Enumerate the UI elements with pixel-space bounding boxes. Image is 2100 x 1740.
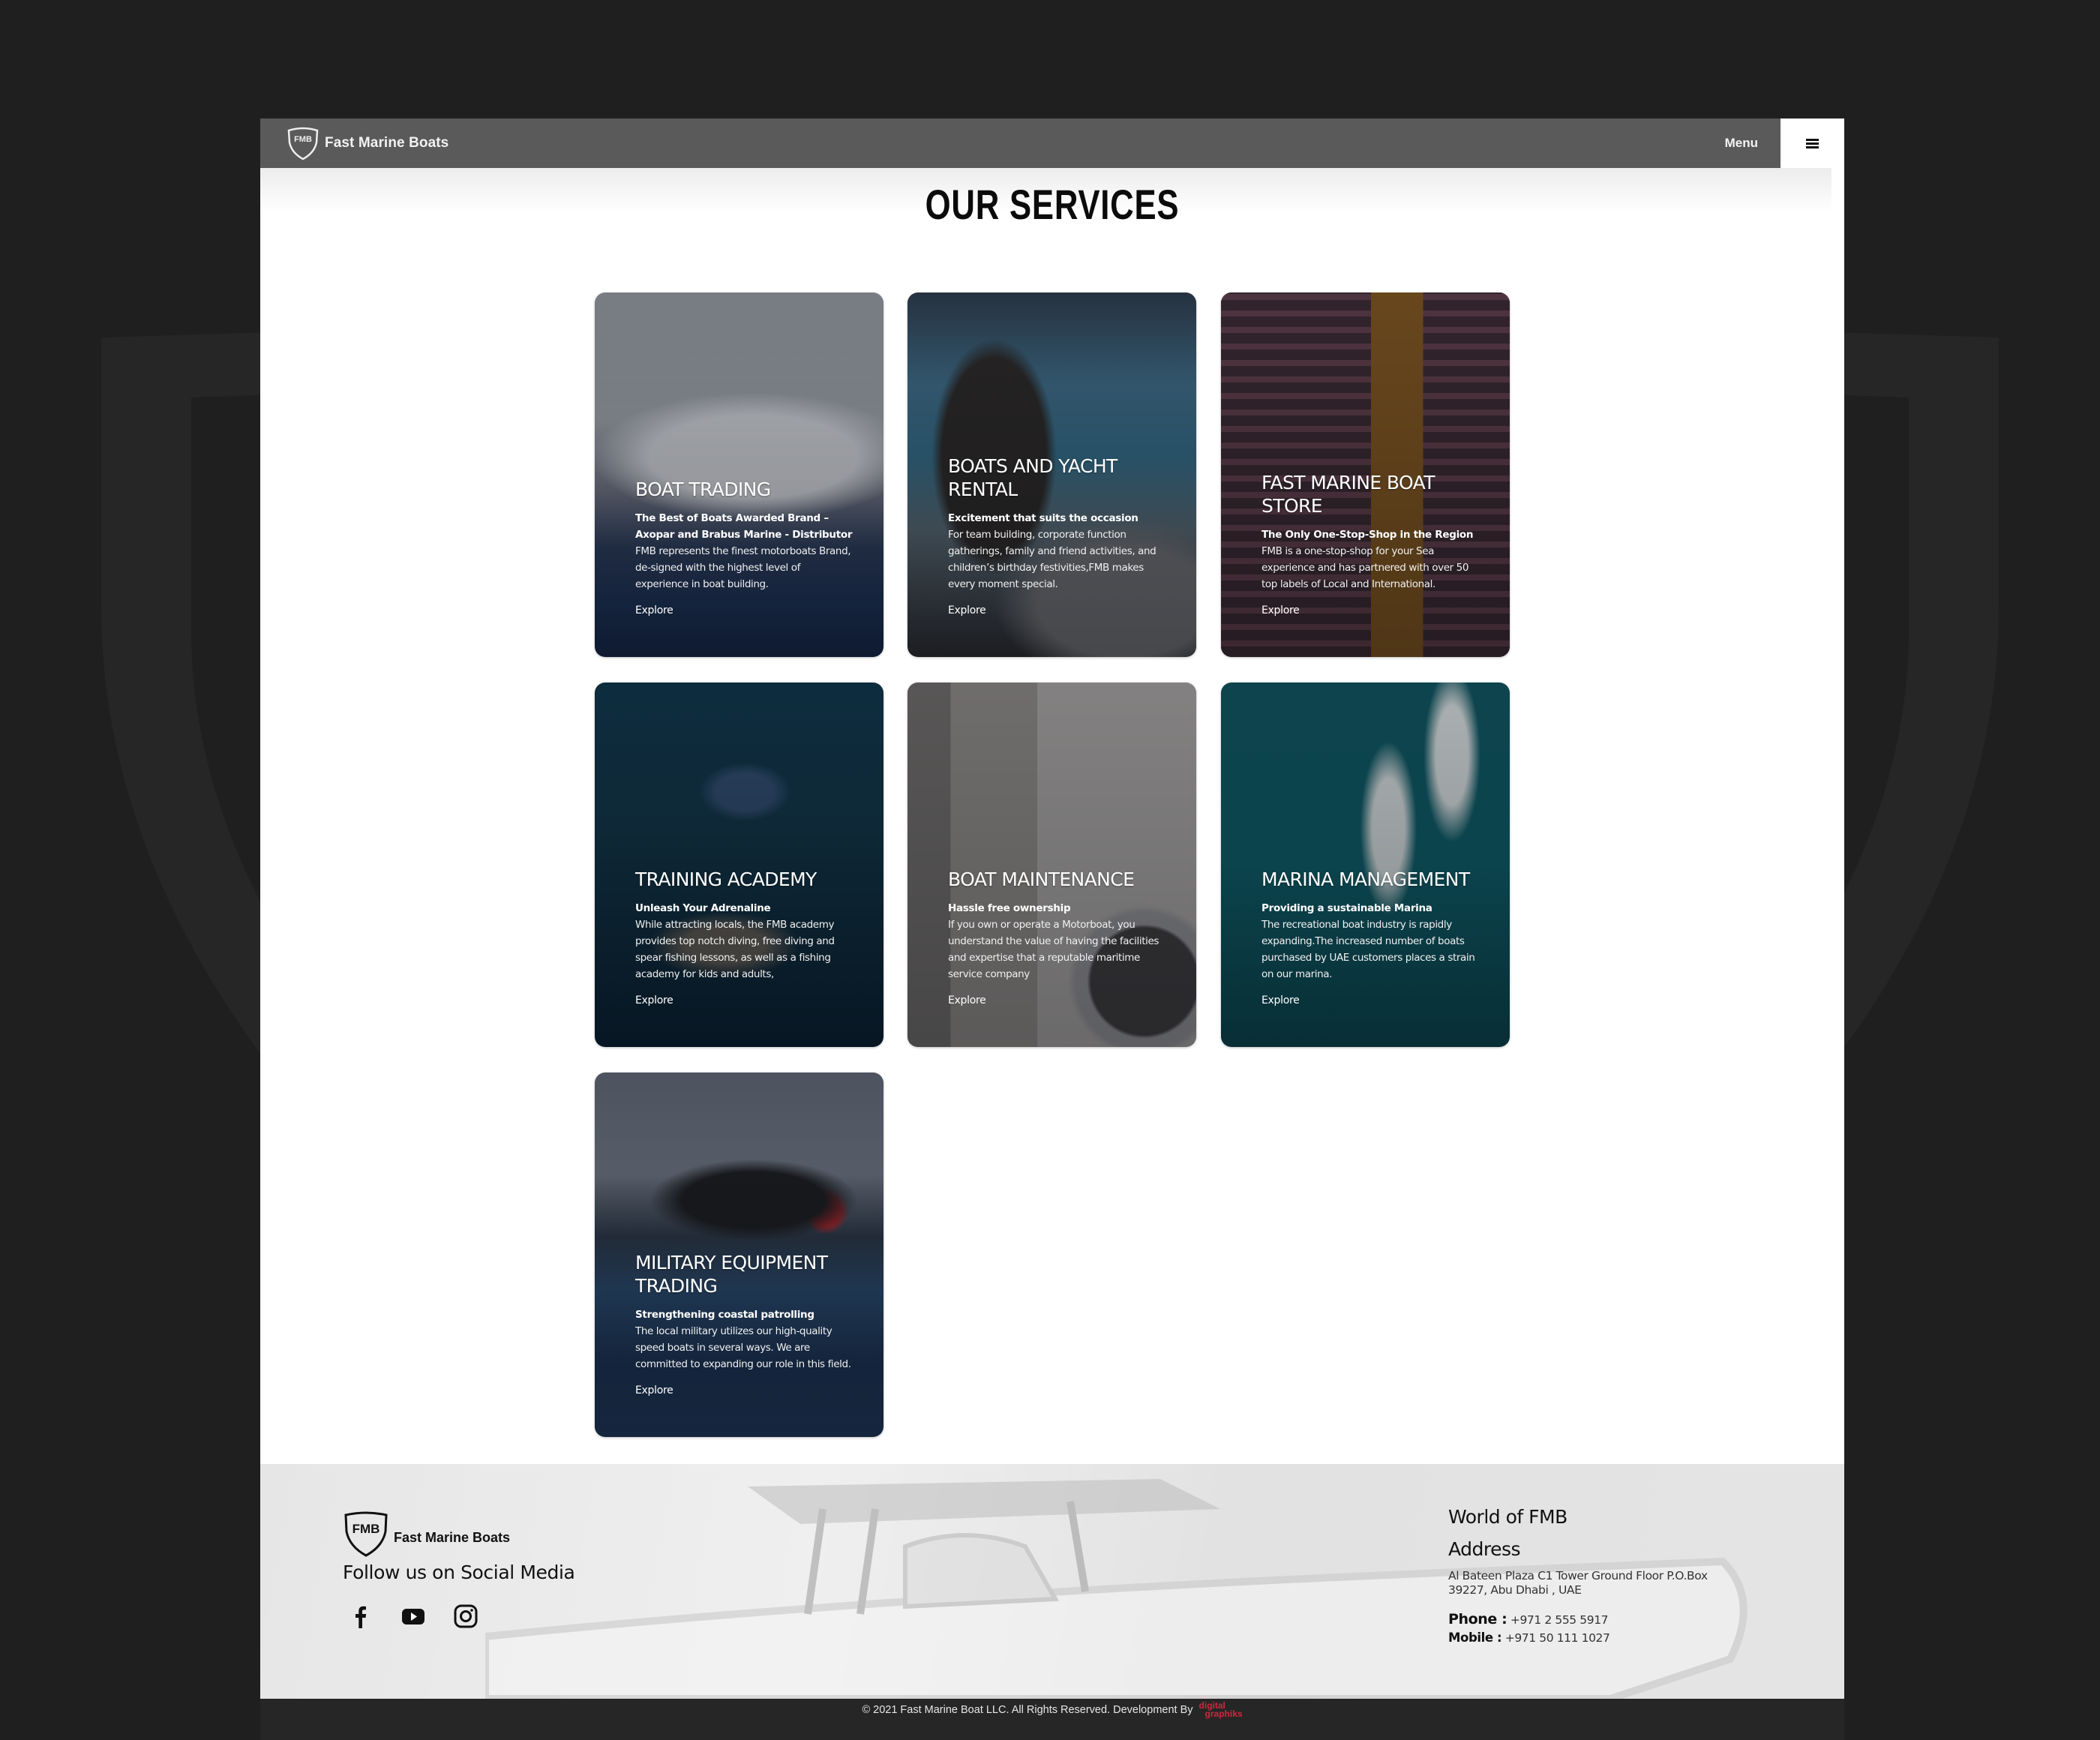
developer-name-line2: graphiks [1204,1708,1243,1720]
footer-brand-name: Fast Marine Boats [394,1529,511,1545]
site-footer: FMB Fast Marine Boats Follow us on Socia… [260,1464,1844,1699]
explore-link[interactable]: Explore [948,604,986,616]
service-card-military[interactable]: MILITARY EQUIPMENT TRADING Strengthening… [595,1072,884,1437]
instagram-icon[interactable] [454,1604,478,1628]
phone-number[interactable]: +971 2 555 5917 [1510,1613,1609,1627]
explore-link[interactable]: Explore [1262,604,1300,616]
service-title: TRAINING ACADEMY [635,868,817,890]
page-container: FMB Fast Marine Boats Menu OUR SERVICES … [260,118,1844,1740]
service-subtitle: Hassle free ownership [948,902,1071,914]
address-text: Al Bateen Plaza C1 Tower Ground Floor P.… [1448,1569,1708,1597]
svg-text:FMB: FMB [294,135,312,144]
explore-link[interactable]: Explore [635,994,674,1006]
service-description: FMB is a one-stop-shop for your Sea expe… [1262,545,1469,590]
service-description: For team building, corporate function ga… [948,529,1156,590]
follow-heading: Follow us on Social Media [343,1562,575,1583]
fmb-shield-logo-icon: FMB [287,127,319,160]
explore-link[interactable]: Explore [635,1384,674,1396]
world-of-fmb-heading[interactable]: World of FMB [1448,1506,1733,1528]
service-title: MARINA MANAGEMENT [1262,868,1470,890]
address-heading: Address [1448,1538,1521,1560]
phone-block: Phone : +971 2 555 5917 Mobile : +971 50… [1448,1611,1733,1647]
copyright-text: © 2021 Fast Marine Boat LLC. All Rights … [862,1704,1193,1716]
service-title: BOAT MAINTENANCE [948,868,1135,890]
service-description: The local military utilizes our high-qua… [635,1325,851,1370]
footer-left: FMB Fast Marine Boats Follow us on Socia… [343,1510,575,1628]
svg-text:FMB: FMB [352,1522,380,1536]
fmb-shield-logo-icon: FMB [344,1511,388,1557]
header-logo[interactable]: FMB Fast Marine Boats [286,126,448,160]
service-card-training[interactable]: TRAINING ACADEMY Unleash Your Adrenaline… [595,682,884,1047]
service-card-marina[interactable]: MARINA MANAGEMENT Providing a sustainabl… [1221,682,1510,1047]
menu-label[interactable]: Menu [1725,118,1758,168]
footer-contact: World of FMB Address Al Bateen Plaza C1 … [1448,1506,1733,1647]
mobile-number[interactable]: +971 50 111 1027 [1505,1631,1610,1645]
service-title: BOAT TRADING [635,478,771,500]
service-title: BOATS AND YACHT RENTAL [948,455,1118,500]
explore-link[interactable]: Explore [635,604,674,616]
service-card-maintenance[interactable]: BOAT MAINTENANCE Hassle free ownership I… [908,682,1196,1047]
page-title: OUR SERVICES [925,181,1180,228]
copyright-bar: © 2021 Fast Marine Boat LLC. All Rights … [260,1699,1844,1740]
service-subtitle: Excitement that suits the occasion [948,512,1138,524]
service-description: The recreational boat industry is rapidl… [1262,919,1475,980]
service-card-store[interactable]: FAST MARINE BOAT STORE The Only One-Stop… [1221,292,1510,657]
mobile-label: Mobile : [1448,1630,1502,1645]
service-card-boat-trading[interactable]: BOAT TRADING The Best of Boats Awarded B… [595,292,884,657]
phone-label: Phone : [1448,1611,1508,1628]
developer-logo[interactable]: digital graphiks [1199,1701,1243,1720]
explore-link[interactable]: Explore [948,994,986,1006]
youtube-icon[interactable] [401,1604,425,1628]
hamburger-menu-button[interactable] [1780,118,1844,168]
footer-logo[interactable]: FMB Fast Marine Boats [343,1510,574,1557]
service-title: FAST MARINE BOAT STORE [1262,472,1436,517]
service-card-rental[interactable]: BOATS AND YACHT RENTAL Excitement that s… [908,292,1196,657]
service-description: While attracting locals, the FMB academy… [635,919,835,980]
facebook-icon[interactable] [349,1604,373,1628]
service-subtitle: Providing a sustainable Marina [1262,902,1432,914]
service-subtitle: Strengthening coastal patrolling [635,1309,814,1321]
service-subtitle: The Only One-Stop-Shop in the Region [1262,529,1474,541]
service-description: If you own or operate a Motorboat, you u… [948,919,1159,980]
service-subtitle: Unleash Your Adrenaline [635,902,771,914]
site-header: FMB Fast Marine Boats Menu [260,118,1780,168]
service-subtitle: The Best of Boats Awarded Brand – Axopar… [635,512,853,541]
service-description: FMB represents the finest motorboats Bra… [635,545,851,590]
header-brand-name: Fast Marine Boats [325,135,449,151]
service-title: MILITARY EQUIPMENT TRADING [635,1252,828,1297]
hamburger-icon [1806,138,1819,148]
explore-link[interactable]: Explore [1262,994,1300,1006]
social-links [349,1604,574,1628]
